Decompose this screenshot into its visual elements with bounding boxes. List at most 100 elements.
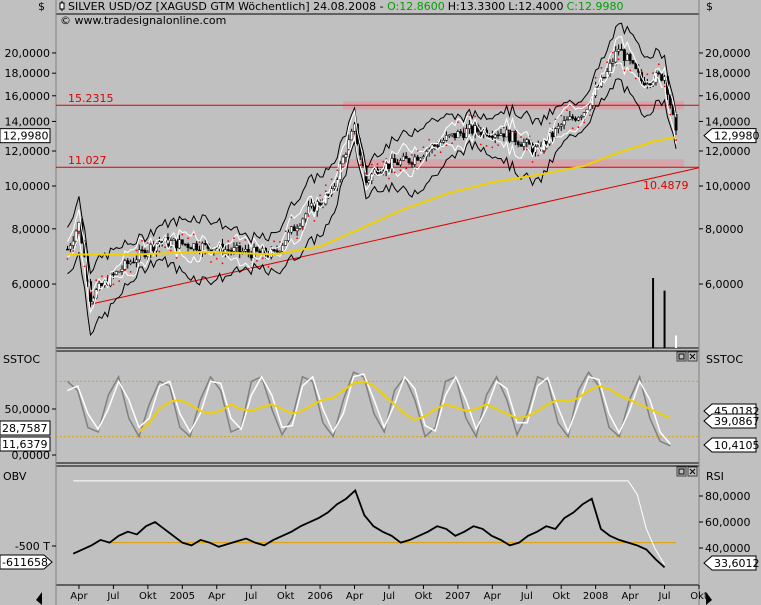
scroll-right-icon[interactable] xyxy=(706,592,712,605)
x-tick-label: Okt xyxy=(415,591,433,602)
candle-body xyxy=(117,270,121,273)
candle-body xyxy=(396,162,400,166)
last-price-label-left: 12,9980 xyxy=(3,130,49,143)
sar-dot xyxy=(531,161,534,163)
candle-body xyxy=(393,158,397,163)
sar-dot xyxy=(634,77,637,80)
sar-dot xyxy=(640,70,643,73)
sar-dot xyxy=(284,230,287,233)
sar-dot xyxy=(502,126,505,129)
volume-bar xyxy=(652,278,655,348)
candle-body xyxy=(91,297,95,302)
dollar-right: $ xyxy=(706,0,713,13)
sar-dot xyxy=(164,246,166,249)
sar-dot xyxy=(72,250,75,252)
sar-dot xyxy=(663,85,666,88)
candle-body xyxy=(622,49,626,61)
sar-dot xyxy=(101,275,103,278)
scroll-left-icon[interactable] xyxy=(36,592,42,605)
obv-title: OBV xyxy=(3,470,27,483)
candle-body xyxy=(421,156,425,159)
x-tick-label: Jul xyxy=(106,591,119,602)
x-tick-label: Apr xyxy=(621,591,639,602)
candle-body xyxy=(189,247,193,250)
y-tick-label-right: 8,0000 xyxy=(705,223,744,236)
candle-body xyxy=(229,250,233,252)
obv-panel xyxy=(55,465,700,586)
candle-body xyxy=(238,245,242,253)
sstoc-y-tick-label: 50,0000 xyxy=(5,403,51,416)
candle-body xyxy=(74,230,78,242)
candle-body xyxy=(332,185,336,189)
sar-dot xyxy=(273,240,276,243)
x-tick-label: Apr xyxy=(484,591,502,602)
y-tick-label-right: 14,0000 xyxy=(705,115,751,128)
obv-y-tick-label: -500 T xyxy=(15,540,50,553)
sar-dot xyxy=(198,241,201,244)
x-tick-label: 2005 xyxy=(170,591,195,602)
sar-dot xyxy=(445,144,448,147)
sar-dot xyxy=(118,280,121,282)
rsi-right-value: 33,6012 xyxy=(714,557,760,570)
sar-dot xyxy=(238,242,241,244)
candle-body xyxy=(77,222,81,232)
candle-body xyxy=(258,250,262,254)
candle-body xyxy=(378,172,382,175)
sar-dot xyxy=(227,240,230,242)
candle-body xyxy=(436,145,440,147)
y-tick-label-left: 8,0000 xyxy=(12,223,51,236)
sar-dot xyxy=(324,184,327,187)
trendline-label: 10.4879 xyxy=(643,179,689,192)
y-tick-label-left: 12,0000 xyxy=(5,145,51,158)
candle-body xyxy=(488,135,491,138)
sar-dot xyxy=(204,252,207,255)
candle-body xyxy=(582,112,586,117)
candle-body xyxy=(465,128,468,138)
sar-dot xyxy=(657,63,660,66)
candle-body xyxy=(183,243,187,246)
sstoc-restore-button[interactable] xyxy=(676,351,687,362)
sstoc-title-right: SSTOC xyxy=(706,353,743,366)
sar-dot xyxy=(261,257,264,260)
candle-body xyxy=(625,54,629,61)
sstoc-right-value: 10,4105 xyxy=(714,439,760,452)
sar-dot xyxy=(135,249,138,252)
candle-body xyxy=(442,140,445,143)
sar-dot xyxy=(290,216,293,219)
x-tick-label: Apr xyxy=(346,591,364,602)
candle-body xyxy=(244,249,247,252)
sar-dot xyxy=(669,113,672,116)
sar-dot xyxy=(571,127,574,130)
sar-dot xyxy=(611,51,614,54)
sar-dot xyxy=(485,144,488,147)
obv-left-value: -611658 xyxy=(2,556,48,569)
sar-dot xyxy=(675,139,677,142)
candle-body xyxy=(301,218,305,227)
candle-body xyxy=(404,155,408,159)
candle-body xyxy=(255,247,259,252)
sar-dot xyxy=(497,144,499,146)
x-tick-label: Okt xyxy=(552,591,570,602)
sar-dot xyxy=(152,240,155,243)
header-open: O:12.8600 xyxy=(387,0,445,13)
x-tick-label: Jul xyxy=(382,591,395,602)
volume-bar xyxy=(663,290,666,348)
candle-body xyxy=(132,261,135,264)
sar-dot xyxy=(600,66,603,69)
dollar-left: $ xyxy=(38,0,45,13)
chart-canvas: $ $ SILVER USD/OZ [XAGUSD GTM Wöchentlic… xyxy=(0,0,760,605)
candle-body xyxy=(71,240,75,246)
candle-body xyxy=(123,260,127,270)
candle-body xyxy=(111,273,115,276)
rsi-y-tick-label: 80,0000 xyxy=(705,490,751,503)
candle-body xyxy=(628,54,632,61)
candle-body xyxy=(289,226,293,233)
horizontal-line-label: 11.027 xyxy=(68,154,107,167)
y-tick-label-left: 16,0000 xyxy=(5,90,51,103)
sar-dot xyxy=(279,240,281,243)
obv-restore-button[interactable] xyxy=(676,466,687,477)
x-tick-label: 2007 xyxy=(445,591,470,602)
y-tick-label-right: 12,0000 xyxy=(705,145,751,158)
candle-body xyxy=(252,247,256,259)
candle-body xyxy=(525,139,529,143)
